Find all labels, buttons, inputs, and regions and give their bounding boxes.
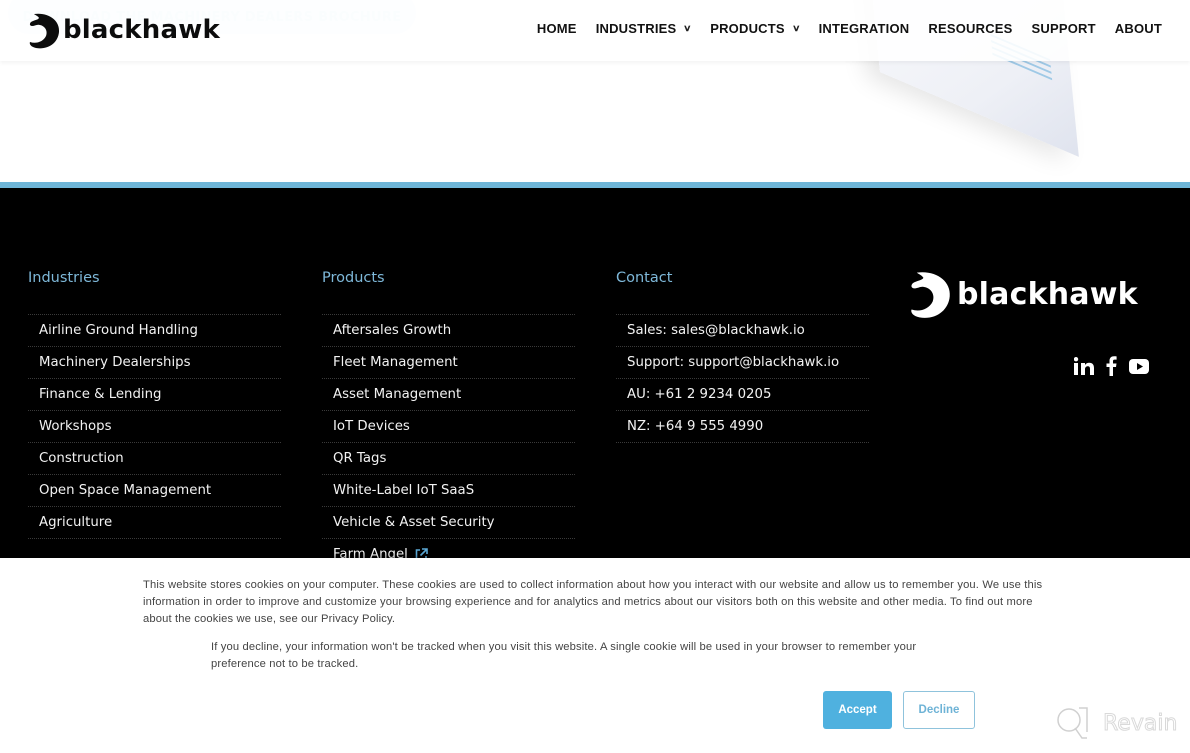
nav-label: HOME [536,21,577,36]
footer-logo-text: blackhawk [957,276,1138,312]
accept-cookies-button[interactable]: Accept [823,691,892,729]
nav-label: SUPPORT [1031,21,1096,36]
footer-contact-title: Contact [616,270,673,286]
hawk-logo-icon [911,272,950,318]
logo-text: blackhawk [63,15,220,45]
chevron-down-icon: ∨ [683,23,693,33]
hawk-logo-icon [29,13,60,49]
footer-link[interactable]: Construction [28,443,281,475]
revain-text: Revain [1102,710,1178,736]
nav-home[interactable]: HOME [537,21,577,36]
social-links [1074,356,1161,376]
footer-link[interactable]: Asset Management [322,379,575,411]
decline-cookies-button[interactable]: Decline [903,691,975,729]
footer-link[interactable]: IoT Devices [322,411,575,443]
revain-watermark: Revain [1055,706,1178,740]
nav-label: ABOUT [1114,21,1162,36]
footer-link[interactable]: Machinery Dealerships [28,347,281,379]
linkedin-icon[interactable] [1074,357,1094,375]
main-nav: HOME INDUSTRIES ∨ PRODUCTS ∨ INTEGRATION R… [518,21,1162,36]
facebook-icon[interactable] [1106,356,1117,376]
nav-industries[interactable]: INDUSTRIES ∨ [596,21,692,36]
cookie-main-text: This website stores cookies on your comp… [143,579,1043,625]
contact-au-phone[interactable]: AU: +61 2 9234 0205 [616,379,869,411]
footer-industries-title: Industries [28,270,100,286]
nav-about[interactable]: ABOUT [1115,21,1162,36]
contact-nz-phone[interactable]: NZ: +64 9 555 4990 [616,411,869,443]
contact-support-email[interactable]: Support: support@blackhawk.io [616,347,869,379]
footer-contact-column: Contact Sales: sales@blackhawk.io Suppor… [616,270,869,443]
chevron-down-icon: ∨ [791,23,801,33]
site-footer: Industries Airline Ground Handling Machi… [0,188,1190,571]
nav-label: INTEGRATION [818,21,910,36]
logo[interactable]: blackhawk [28,12,220,50]
nav-resources[interactable]: RESOURCES [928,21,1012,36]
footer-link[interactable]: Finance & Lending [28,379,281,411]
contact-sales-email[interactable]: Sales: sales@blackhawk.io [616,315,869,347]
footer-products-title: Products [322,270,385,286]
nav-label: INDUSTRIES [595,21,677,36]
footer-products-column: Products Aftersales Growth Fleet Managem… [322,270,575,571]
footer-link[interactable]: Airline Ground Handling [28,315,281,347]
nav-products[interactable]: PRODUCTS ∨ [710,21,801,36]
nav-support[interactable]: SUPPORT [1032,21,1096,36]
nav-label: PRODUCTS [710,21,785,36]
footer-link[interactable]: QR Tags [322,443,575,475]
footer-link[interactable]: Vehicle & Asset Security [322,507,575,539]
nav-label: RESOURCES [928,21,1013,36]
footer-logo[interactable]: blackhawk [908,270,1138,320]
revain-logo-icon [1057,707,1088,739]
cookie-decline-text: If you decline, your information won't b… [211,641,917,670]
footer-link[interactable]: Fleet Management [322,347,575,379]
footer-link[interactable]: White-Label IoT SaaS [322,475,575,507]
footer-link[interactable]: Open Space Management [28,475,281,507]
footer-link[interactable]: Agriculture [28,507,281,539]
nav-integration[interactable]: INTEGRATION [819,21,910,36]
footer-link[interactable]: Aftersales Growth [322,315,575,347]
footer-link[interactable]: Workshops [28,411,281,443]
cookie-banner: This website stores cookies on your comp… [0,558,1190,753]
youtube-icon[interactable] [1129,358,1149,374]
footer-industries-column: Industries Airline Ground Handling Machi… [28,270,281,539]
site-header: blackhawk HOME INDUSTRIES ∨ PRODUCTS ∨ INT… [0,0,1190,61]
